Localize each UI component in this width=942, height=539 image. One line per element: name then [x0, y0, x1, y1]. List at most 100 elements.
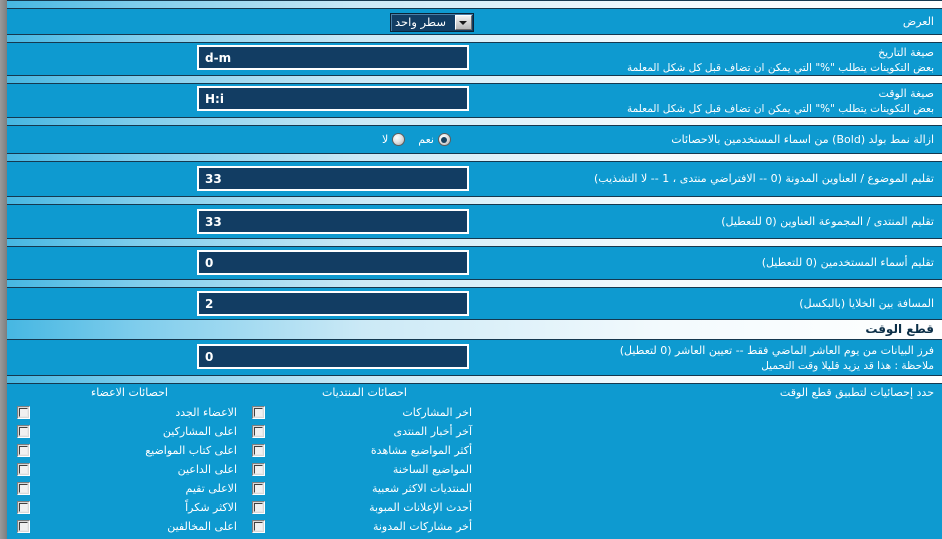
divider-6: [7, 238, 942, 247]
checkbox-row[interactable]: أكثر المواضيع مشاهدة: [252, 441, 477, 460]
stats-selection-label: حدد إحصائيات لتطبيق قطع الوقت: [779, 386, 934, 399]
timecut-desc-line2: ملاحظة : هذا قد يزيد قليلا وقت التحميل: [761, 359, 934, 372]
checkbox-row[interactable]: الاعلى تقيم: [17, 479, 242, 498]
checkbox-label: أخر مشاركات المدونة: [372, 520, 472, 533]
checkbox-most-thanked[interactable]: [17, 501, 30, 514]
trim-topic-label-block: تقليم الموضوع / العناوين المدونة (0 -- ا…: [489, 171, 934, 187]
date-format-label-block: صيغة التاريخ بعض التكوينات يتطلب "%" الت…: [489, 45, 934, 76]
divider-8: [7, 375, 942, 384]
display-label-block: العرض: [489, 14, 934, 30]
divider-1: [7, 34, 942, 43]
row-trim-forum: تقليم المنتدى / المجموعة العناوين (0 للت…: [7, 206, 942, 242]
checkbox-label: الاعلى تقيم: [185, 482, 237, 495]
checkbox-latest-posts[interactable]: [252, 406, 265, 419]
trim-username-label-block: تقليم أسماء المستخدمين (0 للتعطيل): [489, 255, 934, 271]
radio-no-icon[interactable]: [392, 133, 406, 146]
trim-forum-label-block: تقليم المنتدى / المجموعة العناوين (0 للت…: [489, 214, 934, 230]
checkbox-label: المواضيع الساخنة: [392, 463, 472, 476]
chevron-down-icon[interactable]: [454, 15, 472, 30]
checkbox-row[interactable]: اخر المشاركات: [252, 403, 477, 422]
checkbox-row[interactable]: اعلى المشاركين: [17, 422, 242, 441]
date-format-input[interactable]: [197, 45, 469, 70]
checkbox-row[interactable]: اعلى المخالفين: [17, 517, 242, 536]
checkbox-latest-blog-posts[interactable]: [252, 520, 265, 533]
trim-username-control-zone: [7, 247, 487, 283]
checkbox-most-viewed-topics[interactable]: [252, 444, 265, 457]
row-display: العرض سطر واحد: [7, 10, 942, 34]
remove-bold-control-zone: نعم لا: [7, 127, 487, 153]
remove-bold-option-no[interactable]: لا: [382, 133, 406, 146]
time-format-sublabel: بعض التكوينات يتطلب "%" التي يمكن ان تضا…: [626, 102, 934, 115]
display-select[interactable]: سطر واحد: [390, 13, 474, 32]
checkbox-most-popular-forums[interactable]: [252, 482, 265, 495]
trim-topic-label: تقليم الموضوع / العناوين المدونة (0 -- ا…: [594, 172, 934, 185]
checkbox-label: الاكثر شكراً: [185, 501, 237, 514]
checkbox-row[interactable]: الاكثر شكراً: [17, 498, 242, 517]
checkbox-top-topic-starters[interactable]: [17, 444, 30, 457]
checkbox-new-members[interactable]: [17, 406, 30, 419]
settings-content: العرض سطر واحد صيغة التاريخ بعض التكوينا…: [7, 0, 942, 539]
radio-no-label: لا: [382, 133, 389, 146]
settings-page: العرض سطر واحد صيغة التاريخ بعض التكوينا…: [0, 0, 942, 539]
trim-username-input[interactable]: [197, 250, 469, 275]
timecut-section-header: قطع الوقت: [7, 319, 942, 340]
cell-spacing-label-block: المسافة بين الخلايا (بالبكسل): [489, 296, 934, 312]
checkbox-top-offenders[interactable]: [17, 520, 30, 533]
checkbox-label: آخر أخبار المنتدى: [393, 425, 472, 438]
date-format-sublabel: بعض التكوينات يتطلب "%" التي يمكن ان تضا…: [626, 61, 934, 74]
timecut-section-title: قطع الوقت: [865, 322, 934, 336]
stats-column-forums-title: احصائات المنتديات: [322, 386, 407, 399]
checkbox-row[interactable]: اعلى كتاب المواضيع: [17, 441, 242, 460]
checkbox-row[interactable]: اعلى الداعين: [17, 460, 242, 479]
date-format-control-zone: [7, 43, 487, 79]
timecut-label-block: فرز البيانات من يوم العاشر الماضي فقط --…: [489, 343, 934, 374]
divider-top: [7, 0, 942, 9]
display-control-zone: سطر واحد: [7, 10, 487, 34]
remove-bold-label-block: ازالة نمط بولد (Bold) من اسماء المستخدمي…: [489, 132, 934, 148]
divider-4: [7, 153, 942, 162]
row-remove-bold: ازالة نمط بولد (Bold) من اسماء المستخدمي…: [7, 127, 942, 153]
checkbox-label: اعلى المشاركين: [162, 425, 237, 438]
checkbox-label: اعلى كتاب المواضيع: [145, 444, 237, 457]
checkbox-row[interactable]: المنتديات الاكثر شعبية: [252, 479, 477, 498]
divider-3: [7, 117, 942, 126]
row-timecut-value: فرز البيانات من يوم العاشر الماضي فقط --…: [7, 341, 942, 377]
checkbox-top-inviters[interactable]: [17, 463, 30, 476]
checkbox-label: الاعضاء الجدد: [175, 406, 237, 419]
checkbox-label: المنتديات الاكثر شعبية: [372, 482, 472, 495]
trim-forum-control-zone: [7, 206, 487, 242]
checkbox-highest-rated[interactable]: [17, 482, 30, 495]
row-trim-username: تقليم أسماء المستخدمين (0 للتعطيل): [7, 247, 942, 283]
divider-5: [7, 196, 942, 205]
checkbox-label: اعلى الداعين: [177, 463, 237, 476]
time-format-label-block: صيغة الوقت بعض التكوينات يتطلب "%" التي …: [489, 86, 934, 117]
time-format-input[interactable]: [197, 86, 469, 111]
row-date-format: صيغة التاريخ بعض التكوينات يتطلب "%" الت…: [7, 43, 942, 79]
trim-topic-input[interactable]: [197, 166, 469, 191]
radio-yes-icon[interactable]: [437, 133, 451, 146]
checkbox-hot-topics[interactable]: [252, 463, 265, 476]
checkbox-row[interactable]: أخر مشاركات المدونة: [252, 517, 477, 536]
timecut-control-zone: [7, 341, 487, 377]
remove-bold-label: ازالة نمط بولد (Bold) من اسماء المستخدمي…: [671, 133, 934, 146]
date-format-label: صيغة التاريخ: [878, 46, 934, 59]
checkbox-row[interactable]: المواضيع الساخنة: [252, 460, 477, 479]
remove-bold-radio-group: نعم لا: [382, 133, 451, 146]
checkbox-row[interactable]: آخر أخبار المنتدى: [252, 422, 477, 441]
checkbox-latest-forum-news[interactable]: [252, 425, 265, 438]
cell-spacing-input[interactable]: [197, 291, 469, 316]
checkbox-row[interactable]: أحدث الإعلانات المبوبة: [252, 498, 477, 517]
checkbox-label: أكثر المواضيع مشاهدة: [370, 444, 472, 457]
trim-forum-label: تقليم المنتدى / المجموعة العناوين (0 للت…: [721, 215, 934, 228]
remove-bold-option-yes[interactable]: نعم: [418, 133, 451, 146]
row-trim-topic: تقليم الموضوع / العناوين المدونة (0 -- ا…: [7, 163, 942, 199]
radio-yes-label: نعم: [418, 133, 434, 146]
checkbox-top-posters[interactable]: [17, 425, 30, 438]
display-select-value: سطر واحد: [395, 15, 446, 29]
checkbox-latest-classified-ads[interactable]: [252, 501, 265, 514]
timecut-input[interactable]: [197, 344, 469, 369]
trim-forum-input[interactable]: [197, 209, 469, 234]
checkbox-row[interactable]: الاعضاء الجدد: [17, 403, 242, 422]
stats-selection-label-block: حدد إحصائيات لتطبيق قطع الوقت: [489, 385, 934, 401]
stats-column-forums: احصائات المنتديات اخر المشاركات آخر أخبا…: [252, 385, 477, 536]
